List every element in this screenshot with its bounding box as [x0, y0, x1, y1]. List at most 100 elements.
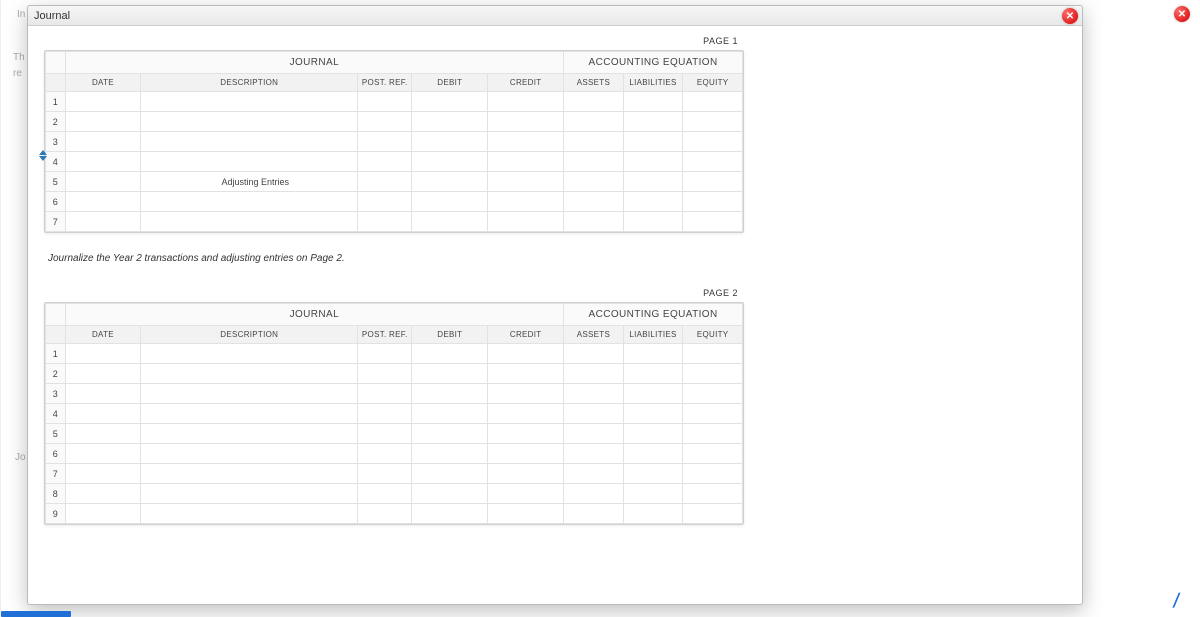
cell-post-ref[interactable]	[358, 132, 412, 152]
cell-equity[interactable]	[683, 424, 743, 444]
cell-description[interactable]	[141, 444, 358, 464]
cell-assets[interactable]	[564, 152, 624, 172]
cell-date[interactable]	[65, 364, 141, 384]
cell-description[interactable]	[141, 212, 358, 232]
cell-post-ref[interactable]	[358, 384, 412, 404]
cell-assets[interactable]	[564, 92, 624, 112]
cell-description[interactable]	[141, 344, 358, 364]
cell-description[interactable]	[141, 112, 358, 132]
cell-debit[interactable]	[412, 212, 488, 232]
table-row[interactable]: 1	[46, 344, 743, 364]
cell-liabilities[interactable]	[623, 484, 683, 504]
cell-equity[interactable]	[683, 212, 743, 232]
cell-date[interactable]	[65, 504, 141, 524]
cell-post-ref[interactable]	[358, 112, 412, 132]
cell-credit[interactable]	[488, 424, 564, 444]
cell-date[interactable]	[65, 464, 141, 484]
cell-liabilities[interactable]	[623, 172, 683, 192]
cell-description[interactable]	[141, 504, 358, 524]
cell-credit[interactable]	[488, 484, 564, 504]
cell-debit[interactable]	[412, 504, 488, 524]
table-row[interactable]: 3	[46, 132, 743, 152]
cell-description[interactable]	[141, 364, 358, 384]
cell-equity[interactable]	[683, 344, 743, 364]
cell-credit[interactable]	[488, 504, 564, 524]
cell-post-ref[interactable]	[358, 172, 412, 192]
cell-description[interactable]	[141, 464, 358, 484]
cell-description[interactable]	[141, 404, 358, 424]
cell-liabilities[interactable]	[623, 92, 683, 112]
cell-equity[interactable]	[683, 132, 743, 152]
cell-post-ref[interactable]	[358, 364, 412, 384]
cell-date[interactable]	[65, 444, 141, 464]
cell-credit[interactable]	[488, 364, 564, 384]
cell-liabilities[interactable]	[623, 384, 683, 404]
cell-credit[interactable]	[488, 92, 564, 112]
cell-credit[interactable]	[488, 464, 564, 484]
cell-post-ref[interactable]	[358, 504, 412, 524]
cell-post-ref[interactable]	[358, 464, 412, 484]
table-row[interactable]: 6	[46, 444, 743, 464]
cell-liabilities[interactable]	[623, 152, 683, 172]
row-sort-handle[interactable]	[37, 150, 49, 161]
cell-date[interactable]	[65, 404, 141, 424]
cell-credit[interactable]	[488, 212, 564, 232]
cell-assets[interactable]	[564, 344, 624, 364]
cell-date[interactable]	[65, 112, 141, 132]
cell-date[interactable]	[65, 132, 141, 152]
cell-debit[interactable]	[412, 424, 488, 444]
cell-assets[interactable]	[564, 504, 624, 524]
cell-equity[interactable]	[683, 504, 743, 524]
cell-date[interactable]	[65, 344, 141, 364]
cell-description[interactable]	[141, 92, 358, 112]
window-body[interactable]: PAGE 1 JOURNAL	[28, 26, 1082, 604]
cell-assets[interactable]	[564, 404, 624, 424]
cell-description[interactable]	[141, 132, 358, 152]
cell-post-ref[interactable]	[358, 444, 412, 464]
cell-equity[interactable]	[683, 92, 743, 112]
cell-post-ref[interactable]	[358, 344, 412, 364]
cell-credit[interactable]	[488, 444, 564, 464]
cell-description[interactable]	[141, 152, 358, 172]
cell-post-ref[interactable]	[358, 404, 412, 424]
cell-debit[interactable]	[412, 404, 488, 424]
cell-liabilities[interactable]	[623, 464, 683, 484]
cell-date[interactable]	[65, 192, 141, 212]
cell-liabilities[interactable]	[623, 132, 683, 152]
cell-date[interactable]	[65, 424, 141, 444]
cell-debit[interactable]	[412, 152, 488, 172]
cell-date[interactable]	[65, 172, 141, 192]
cell-post-ref[interactable]	[358, 424, 412, 444]
cell-post-ref[interactable]	[358, 212, 412, 232]
table-row[interactable]: 7	[46, 212, 743, 232]
cell-credit[interactable]	[488, 152, 564, 172]
table-row[interactable]: 7	[46, 464, 743, 484]
table-row[interactable]: 4	[46, 404, 743, 424]
cell-credit[interactable]	[488, 384, 564, 404]
cell-equity[interactable]	[683, 484, 743, 504]
cell-date[interactable]	[65, 152, 141, 172]
cell-description[interactable]	[141, 384, 358, 404]
cell-debit[interactable]	[412, 112, 488, 132]
cell-debit[interactable]	[412, 172, 488, 192]
cell-liabilities[interactable]	[623, 504, 683, 524]
cell-liabilities[interactable]	[623, 344, 683, 364]
outer-close-icon[interactable]: ✕	[1174, 6, 1190, 22]
cell-assets[interactable]	[564, 112, 624, 132]
cell-assets[interactable]	[564, 192, 624, 212]
cell-credit[interactable]	[488, 344, 564, 364]
cell-assets[interactable]	[564, 384, 624, 404]
cell-assets[interactable]	[564, 172, 624, 192]
cell-assets[interactable]	[564, 464, 624, 484]
window-close-icon[interactable]: ✕	[1062, 8, 1078, 24]
cell-assets[interactable]	[564, 364, 624, 384]
cell-equity[interactable]	[683, 192, 743, 212]
cell-post-ref[interactable]	[358, 152, 412, 172]
cell-liabilities[interactable]	[623, 424, 683, 444]
cell-debit[interactable]	[412, 192, 488, 212]
cell-date[interactable]	[65, 384, 141, 404]
page-scroll-container[interactable]: In Th re Jo ✕ Journal ✕ PAGE 1	[0, 0, 1200, 617]
table-row[interactable]: 8	[46, 484, 743, 504]
cell-liabilities[interactable]	[623, 112, 683, 132]
table-row[interactable]: 1	[46, 92, 743, 112]
